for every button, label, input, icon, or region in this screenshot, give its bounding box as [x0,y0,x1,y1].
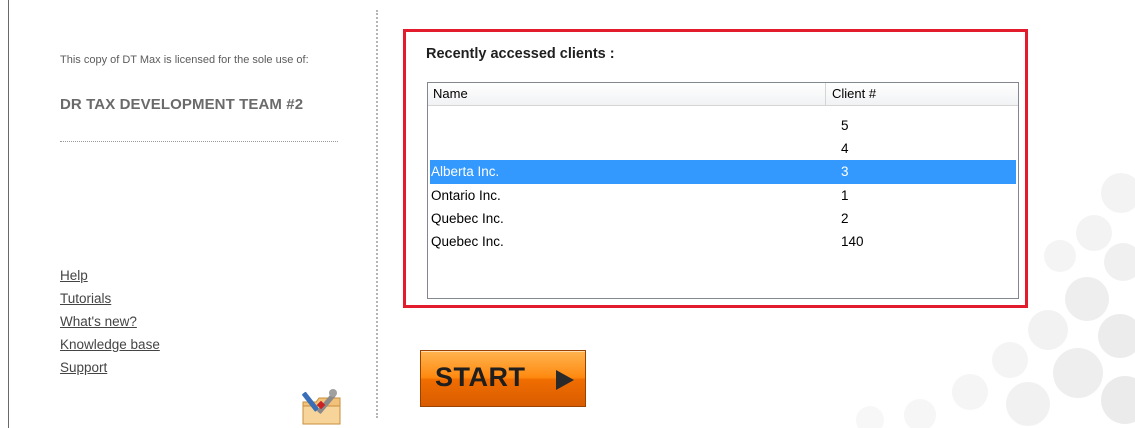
client-name-cell: Quebec Inc. [431,210,504,226]
table-row[interactable]: Ontario Inc. 1 [430,184,1016,207]
list-rows: 5 4 Alberta Inc. 3 Ontario Inc. 1 Quebec… [430,114,1016,253]
license-text: This copy of DT Max is licensed for the … [60,54,309,66]
client-name-cell: Alberta Inc. [431,164,500,180]
client-number-cell: 1 [841,187,849,203]
panel-divider [376,10,378,418]
whats-new-link[interactable]: What's new? [60,312,160,335]
table-row[interactable]: 4 [430,137,1016,160]
tools-folder-icon[interactable] [300,388,344,426]
client-number-cell: 5 [841,118,849,133]
list-header: Name Client # [428,83,1018,106]
start-button[interactable]: START [420,350,586,407]
client-number-cell: 3 [841,164,849,180]
column-header-client[interactable]: Client # [826,83,1022,105]
recent-clients-list[interactable]: Name Client # 5 4 Alberta Inc. 3 Ontario… [427,82,1019,299]
play-arrow-icon [556,370,574,390]
client-name-cell: Ontario Inc. [431,187,501,203]
tutorials-link[interactable]: Tutorials [60,289,160,312]
left-panel: This copy of DT Max is licensed for the … [60,0,370,428]
client-number-cell: 140 [841,233,864,249]
help-link[interactable]: Help [60,266,160,289]
table-row-selected[interactable]: Alberta Inc. 3 [430,160,1016,184]
knowledge-base-link[interactable]: Knowledge base [60,335,160,358]
window-left-border [8,0,9,428]
client-number-cell: 4 [841,141,849,157]
licensee-name: DR TAX DEVELOPMENT TEAM #2 [60,96,304,113]
client-name-cell: Quebec Inc. [431,233,504,249]
column-header-name[interactable]: Name [428,83,826,105]
table-row[interactable]: 5 [430,114,1016,137]
recent-clients-title: Recently accessed clients : [426,46,615,62]
table-row[interactable]: Quebec Inc. 2 [430,207,1016,230]
separator [60,141,338,142]
recent-clients-panel: Recently accessed clients : Name Client … [403,29,1028,308]
table-row[interactable]: Quebec Inc. 140 [430,230,1016,253]
start-button-label: START [435,362,526,392]
support-link[interactable]: Support [60,358,160,381]
help-links: Help Tutorials What's new? Knowledge bas… [60,266,160,381]
client-number-cell: 2 [841,210,849,226]
